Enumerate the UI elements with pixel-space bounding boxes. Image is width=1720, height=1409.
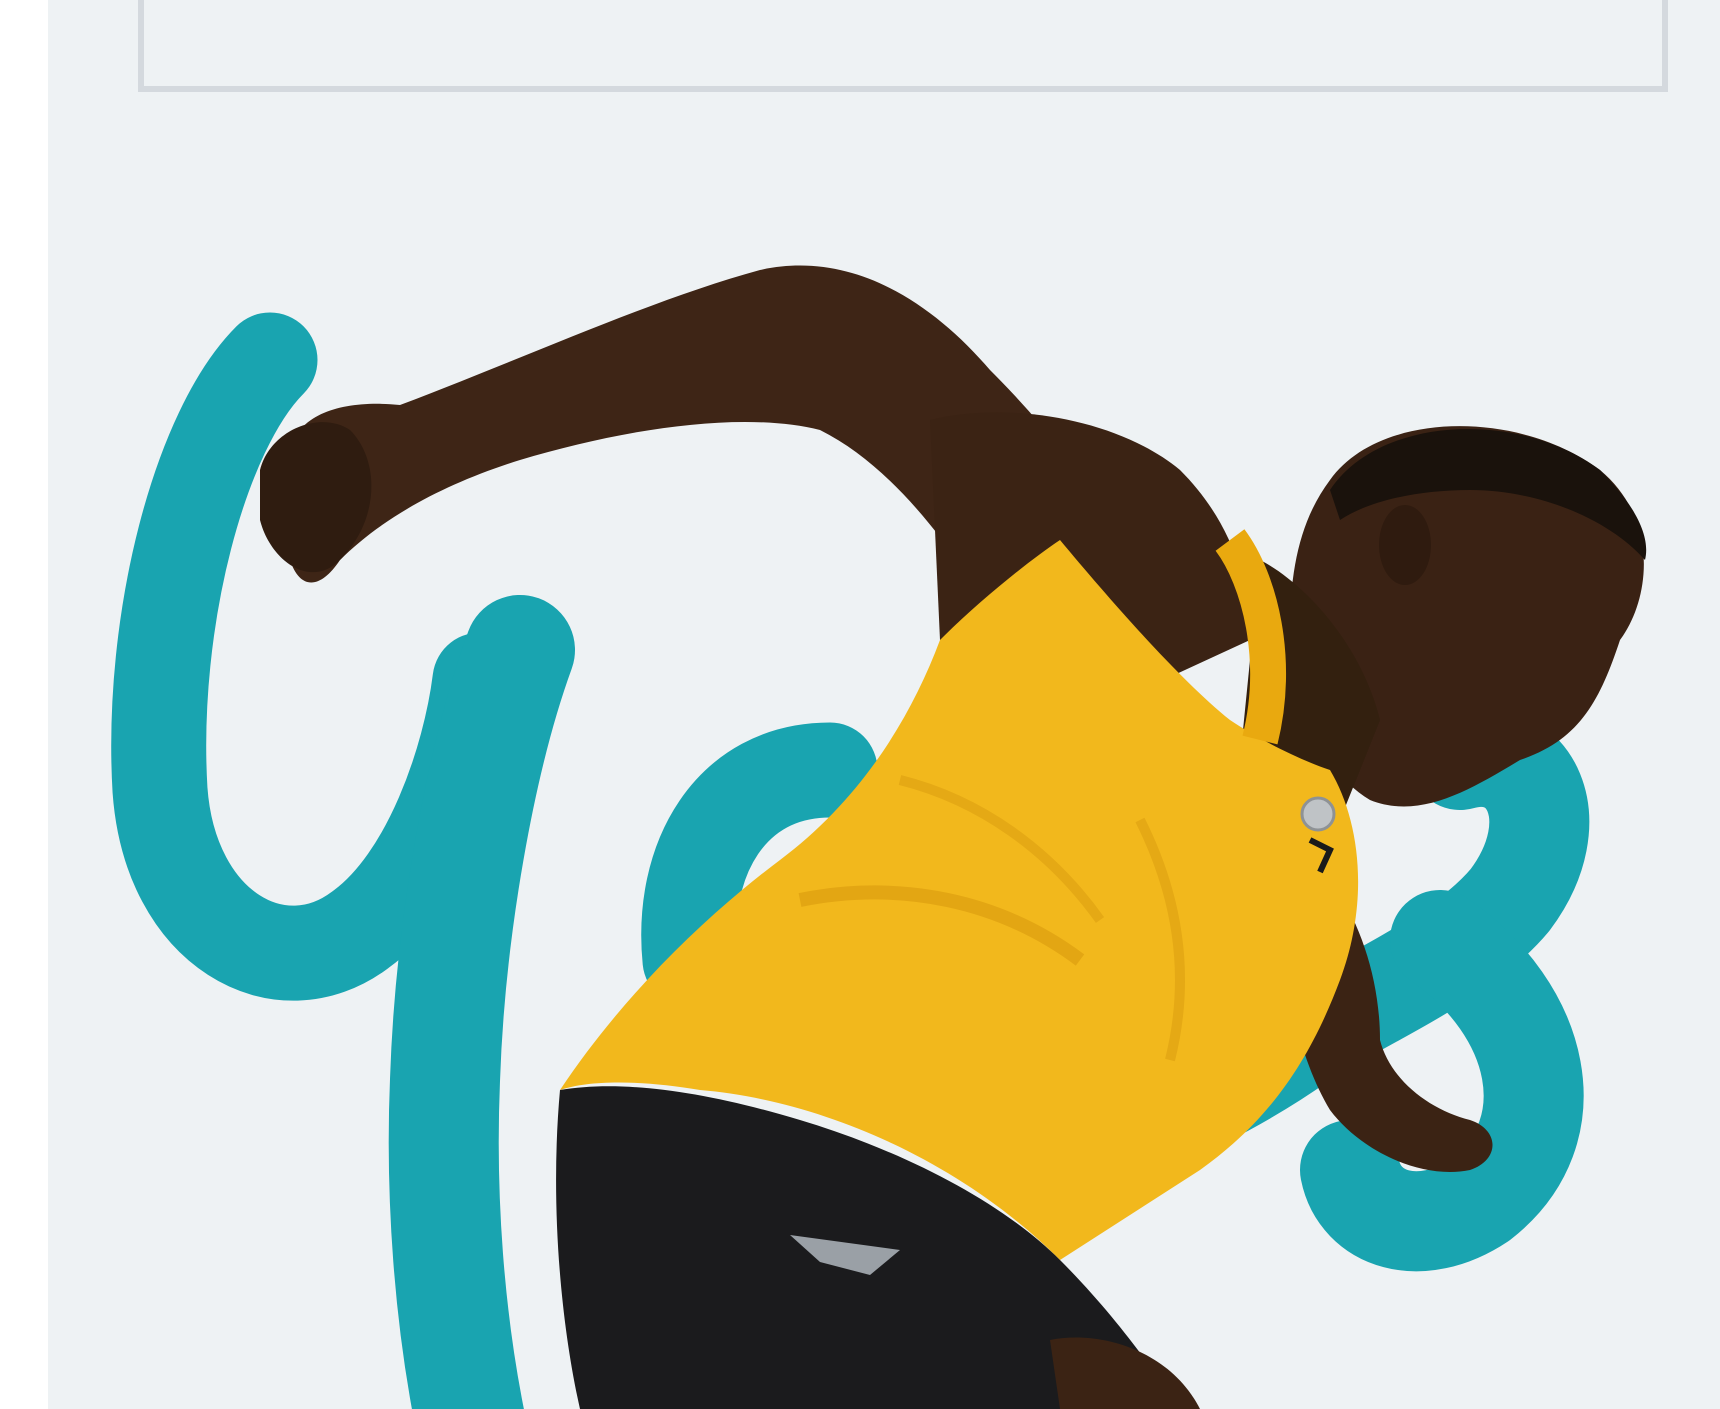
hero-image — [111, 265, 1647, 1409]
page: DISCOVER MORE — [0, 0, 1720, 1409]
